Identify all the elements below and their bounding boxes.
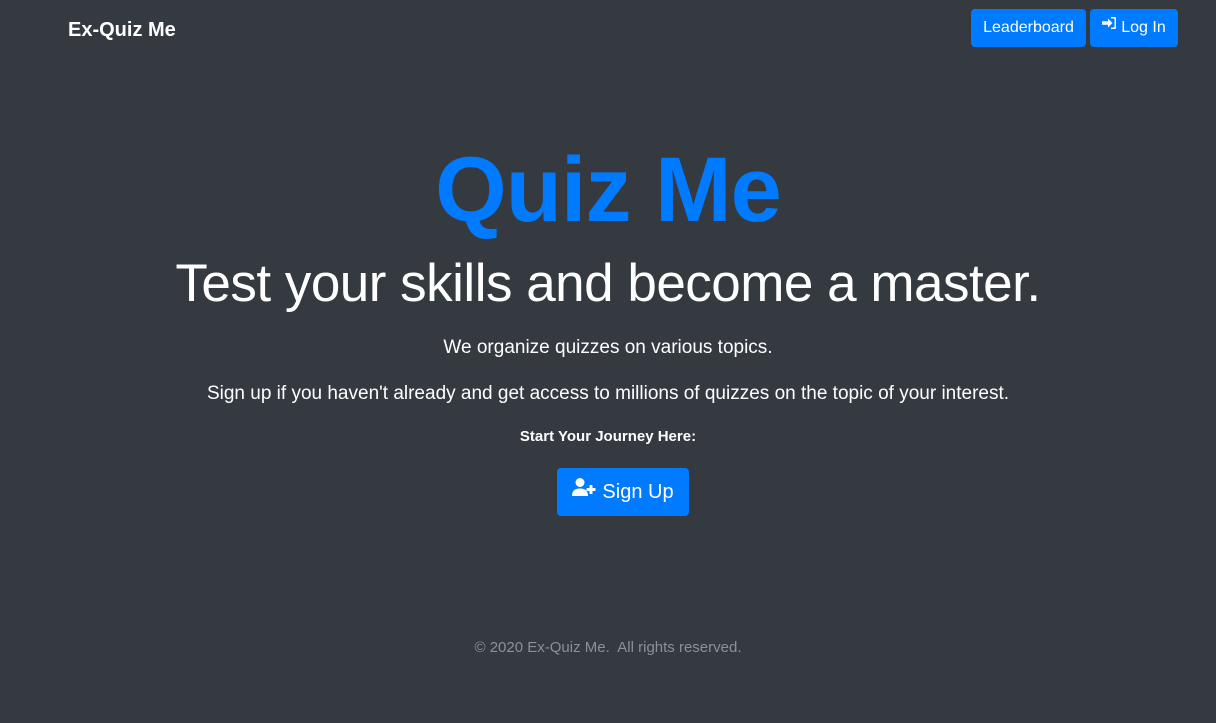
hero-section: Quiz Me Test your skills and become a ma… (0, 130, 1216, 318)
hero-subtitle: Test your skills and become a master. (175, 254, 1041, 313)
signup-button[interactable]: Sign Up (557, 468, 689, 516)
login-button[interactable]: Log In (1090, 9, 1178, 47)
footer-copyright: © 2020 Ex-Quiz Me. All rights reserved. (474, 639, 742, 656)
signup-label: Sign Up (602, 481, 674, 503)
leaderboard-button[interactable]: Leaderboard (971, 9, 1086, 47)
hero-paragraph-topics: We organize quizzes on various topics. (443, 337, 773, 358)
hero-paragraph-signup: Sign up if you haven't already and get a… (206, 383, 1010, 404)
sign-in-icon (1102, 7, 1117, 45)
navbar: Ex-Quiz Me Leaderboard Log In (0, 0, 1216, 58)
user-plus-icon (572, 467, 596, 515)
leaderboard-label: Leaderboard (983, 19, 1074, 36)
login-label: Log In (1121, 19, 1166, 36)
hero-title: Quiz Me (435, 139, 782, 241)
brand-link[interactable]: Ex-Quiz Me (68, 17, 176, 43)
journey-label: Start Your Journey Here: (519, 428, 697, 445)
